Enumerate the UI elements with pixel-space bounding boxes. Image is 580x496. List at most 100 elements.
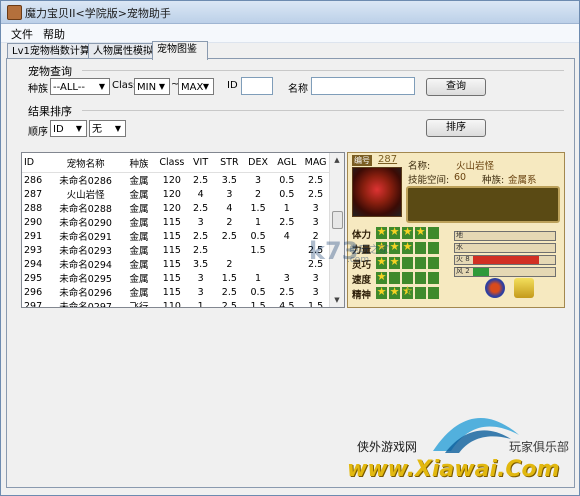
race-field-value: 金属系: [508, 175, 537, 186]
table-cell: 3: [283, 272, 290, 284]
order-direction-select[interactable]: 无 ▼: [89, 120, 126, 137]
element-bar: 风 2: [454, 267, 556, 277]
table-cell: 296: [24, 286, 43, 298]
star-icon: ★: [428, 285, 439, 299]
table-cell: 未命名0297: [59, 302, 112, 308]
table-cell: 未命名0296: [59, 288, 112, 299]
query-group-title: 宠物查询: [28, 65, 72, 78]
col-str[interactable]: STR: [214, 153, 244, 173]
star-icon: ★: [389, 255, 400, 269]
table-cell: 2.5: [221, 230, 237, 242]
table-cell: 115: [162, 244, 181, 256]
table-cell: 4: [226, 202, 233, 214]
table-cell: 金属: [129, 232, 149, 243]
star-icon: ★: [376, 270, 387, 284]
pet-list[interactable]: ID 宠物名称 种族 Class VIT STR DEX AGL MAG 286…: [21, 152, 345, 308]
order-label: 顺序: [28, 127, 48, 138]
pet-name-label: 名称:: [408, 161, 431, 172]
star-icon: ★: [428, 270, 439, 284]
id-input[interactable]: [241, 77, 273, 95]
scroll-thumb[interactable]: [332, 211, 343, 229]
table-cell: 3: [312, 286, 319, 298]
table-row[interactable]: 288 未命名0288 金属 120 2.5 4 1.5 1 3: [22, 201, 330, 216]
table-row[interactable]: 291 未命名0291 金属 115 2.5 2.5 0.5 4 2: [22, 229, 330, 244]
pet-list-scrollbar[interactable]: ▲ ▼: [329, 153, 344, 307]
pet-number-tag: 编号: [352, 155, 372, 166]
col-class[interactable]: Class: [157, 153, 187, 173]
star-icon: ★: [389, 225, 400, 239]
table-cell: 2.5: [279, 216, 295, 228]
element-bar-fill: [473, 256, 539, 264]
table-cell: 未命名0291: [59, 232, 112, 243]
table-cell: 2.5: [308, 188, 324, 200]
table-cell: 3.5: [221, 174, 237, 186]
table-cell: 2.5: [193, 230, 209, 242]
table-cell: 金属: [129, 204, 149, 215]
table-cell: 115: [162, 216, 181, 228]
table-cell: 1.5: [250, 202, 266, 214]
name-input[interactable]: [311, 77, 415, 95]
table-cell: 未命名0286: [59, 176, 112, 187]
table-cell: 金属: [129, 190, 149, 201]
star-icon: ★: [389, 285, 400, 299]
col-pet-name[interactable]: 宠物名称: [50, 153, 121, 173]
pet-number[interactable]: 287: [378, 154, 397, 165]
chevron-down-icon: ▼: [98, 82, 106, 91]
table-row[interactable]: 294 未命名0294 金属 115 3.5 2 2.5: [22, 257, 330, 272]
class-min-select[interactable]: MIN ▼: [134, 78, 170, 95]
element-label: 火 8: [456, 255, 470, 263]
order-select-value: ID: [53, 124, 64, 135]
scroll-down-icon[interactable]: ▼: [330, 293, 344, 307]
table-row[interactable]: 297 未命名0297 飞行 110 1 2.5 1.5 4.5 1.5: [22, 299, 330, 308]
scroll-up-icon[interactable]: ▲: [330, 153, 344, 167]
order-select[interactable]: ID ▼: [50, 120, 87, 137]
col-id[interactable]: ID: [22, 153, 51, 173]
sort-group-divider: [82, 110, 564, 111]
col-agl[interactable]: AGL: [272, 153, 302, 173]
table-cell: 金属: [129, 218, 149, 229]
title-bar[interactable]: 魔力宝贝II<学院版>宠物助手: [1, 1, 579, 24]
star-icon: ★: [376, 285, 387, 299]
table-cell: 3: [197, 216, 204, 228]
sort-button[interactable]: 排序: [426, 119, 486, 137]
stat-label: 速度: [352, 275, 372, 286]
star-icon: ★: [415, 270, 426, 284]
star-icon: ★: [415, 240, 426, 254]
table-cell: 未命名0290: [59, 218, 112, 229]
table-cell: 0.5: [250, 230, 266, 242]
table-cell: 3: [312, 272, 319, 284]
table-row[interactable]: 293 未命名0293 金属 115 2.5 1.5 2.5: [22, 243, 330, 258]
table-cell: 2.5: [221, 300, 237, 308]
table-row[interactable]: 296 未命名0296 金属 115 3 2.5 0.5 2.5 3: [22, 285, 330, 300]
col-vit[interactable]: VIT: [186, 153, 215, 173]
chevron-down-icon: ▼: [202, 82, 210, 91]
table-cell: 2: [226, 216, 233, 228]
table-cell: 286: [24, 174, 43, 186]
table-cell: 294: [24, 258, 43, 270]
race-select[interactable]: --ALL-- ▼: [50, 78, 110, 95]
table-cell: 287: [24, 188, 43, 200]
app-window: 魔力宝贝II<学院版>宠物助手 文件 帮助 Lv1宠物档数计算 人物属性模拟 宠…: [0, 0, 580, 496]
pet-table: ID 宠物名称 种族 Class VIT STR DEX AGL MAG 286…: [22, 153, 330, 308]
watermark-site-url: www.Xiawai.Com: [347, 457, 560, 482]
menu-file[interactable]: 文件: [7, 26, 37, 42]
table-row[interactable]: 287 火山岩怪 金属 120 4 3 2 0.5 2.5: [22, 187, 330, 202]
tab-pet-guide[interactable]: 宠物图鉴: [152, 41, 208, 60]
col-mag[interactable]: MAG: [301, 153, 330, 173]
col-dex[interactable]: DEX: [243, 153, 273, 173]
table-row[interactable]: 290 未命名0290 金属 115 3 2 1 2.5 3: [22, 215, 330, 230]
chevron-down-icon: ▼: [158, 82, 166, 91]
app-icon: [7, 5, 22, 20]
table-cell: 3.5: [193, 258, 209, 270]
table-row[interactable]: 286 未命名0286 金属 120 2.5 3.5 3 0.5 2.5: [22, 173, 330, 188]
table-row[interactable]: 295 未命名0295 金属 115 3 1.5 1 3 3: [22, 271, 330, 286]
class-max-select[interactable]: MAX ▼: [178, 78, 214, 95]
star-icon: ★: [415, 255, 426, 269]
element-label: 风 2: [456, 267, 470, 275]
race-select-value: --ALL--: [53, 82, 86, 93]
col-race[interactable]: 种族: [120, 153, 158, 173]
tab-character-sim[interactable]: 人物属性模拟: [88, 43, 158, 59]
tab-lv1-pet-calc[interactable]: Lv1宠物档数计算: [7, 43, 92, 59]
menu-help[interactable]: 帮助: [39, 26, 69, 42]
query-button[interactable]: 查询: [426, 78, 486, 96]
